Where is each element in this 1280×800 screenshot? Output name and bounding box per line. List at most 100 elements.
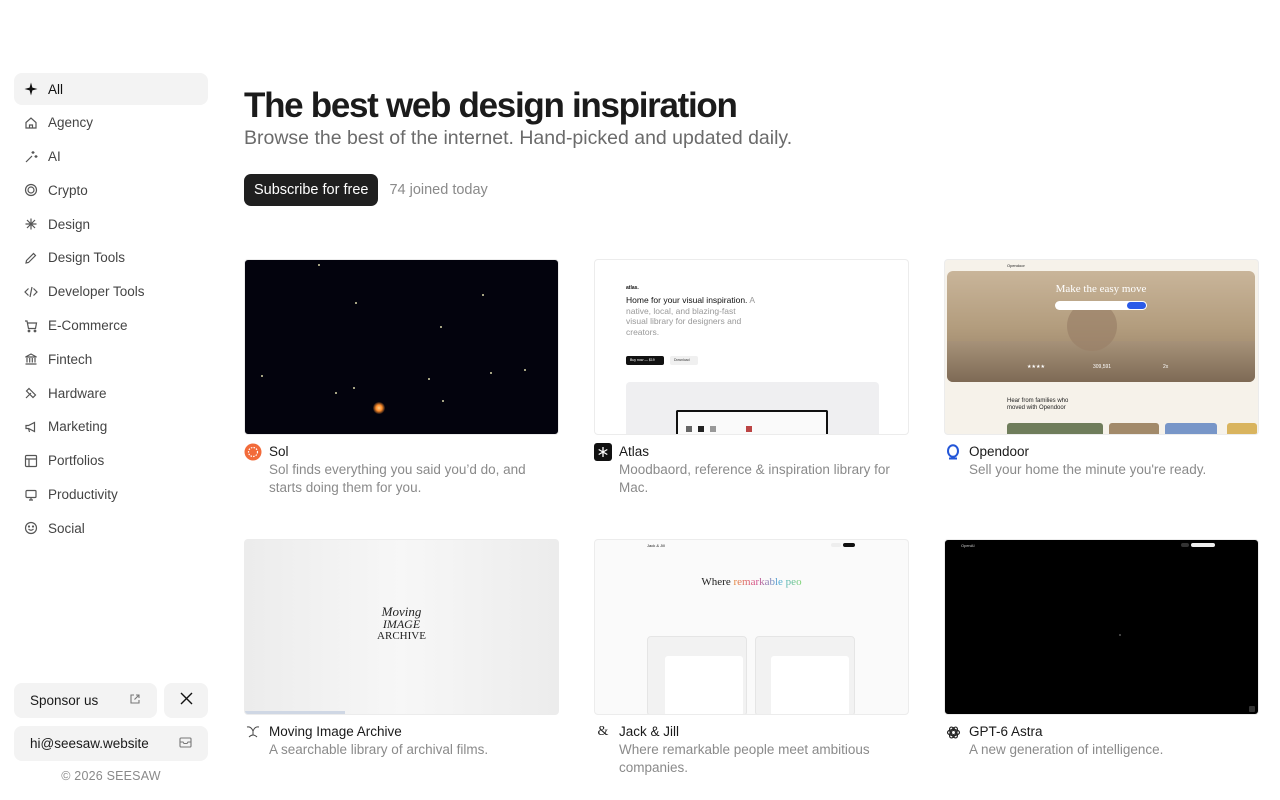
page-subtitle: Browse the best of the internet. Hand-pi… xyxy=(244,127,793,149)
sidebar-item-design-tools[interactable]: Design Tools xyxy=(14,242,208,274)
layout-icon xyxy=(24,454,38,468)
site-name: Jack & Jill xyxy=(619,724,680,739)
joined-count: 74 joined today xyxy=(389,182,488,198)
email-label: hi@seesaw.website xyxy=(30,736,149,751)
site-name: Opendoor xyxy=(969,444,1030,459)
sidebar-item-label: Design xyxy=(48,216,91,232)
sidebar-item-e-commerce[interactable]: E-Commerce xyxy=(14,310,208,342)
smile-icon xyxy=(24,521,38,535)
sidebar-item-label: AI xyxy=(48,149,61,165)
jack-headline-highlight: remarkable peo xyxy=(733,576,802,588)
sidebar-item-label: All xyxy=(48,81,64,97)
sidebar-item-label: Developer Tools xyxy=(48,284,145,300)
home-icon xyxy=(24,116,38,130)
opendoor-families-text: Hear from families who moved with Opendo… xyxy=(1007,398,1069,411)
wand-icon xyxy=(24,150,38,164)
site-name: Sol xyxy=(269,444,289,459)
site-thumbnail[interactable]: Moving Image Archive xyxy=(244,539,559,715)
sidebar-item-label: Fintech xyxy=(48,351,93,367)
opendoor-headline: Make the easy move xyxy=(1055,283,1147,295)
sidebar-item-label: Agency xyxy=(48,115,94,131)
opendoor-stat-count: 309,591 xyxy=(1093,364,1112,370)
sidebar-item-social[interactable]: Social xyxy=(14,512,208,544)
sidebar-item-label: Marketing xyxy=(48,419,108,435)
hero-section: The best web design inspiration Browse t… xyxy=(244,86,1260,206)
mia-line-2: Image xyxy=(382,617,421,631)
jack-brand: Jack & Jill xyxy=(647,543,665,548)
asterisk-icon xyxy=(24,217,38,231)
sidebar-item-label: Social xyxy=(48,520,85,536)
jack-headline-start: Where xyxy=(701,576,734,588)
site-card-jack-and-jill[interactable]: Jack & Jill Where remarkable peo & Jack … xyxy=(594,539,909,777)
site-card-sol[interactable]: Sol Sol finds everything you said you’d … xyxy=(244,259,559,497)
page-title: The best web design inspiration xyxy=(244,86,738,125)
cart-icon xyxy=(24,319,38,333)
site-description: Sell your home the minute you're ready. xyxy=(969,462,1207,477)
mail-icon xyxy=(179,736,192,751)
sidebar-item-label: E-Commerce xyxy=(48,318,128,334)
site-thumbnail[interactable]: Jack & Jill Where remarkable peo xyxy=(594,539,909,715)
sidebar-item-fintech[interactable]: Fintech xyxy=(14,343,208,375)
bank-icon xyxy=(24,352,38,366)
site-description: Where remarkable people meet ambitious c… xyxy=(619,742,870,775)
mia-line-3: Archive xyxy=(377,630,426,642)
sidebar-item-label: Design Tools xyxy=(48,250,126,266)
sidebar-item-marketing[interactable]: Marketing xyxy=(14,411,208,443)
megaphone-icon xyxy=(24,420,38,434)
email-button[interactable]: hi@seesaw.website xyxy=(14,726,208,761)
sidebar-item-label: Productivity xyxy=(48,487,118,503)
atlas-logo-icon xyxy=(594,443,612,461)
site-thumbnail[interactable]: OpenAI xyxy=(944,539,1259,715)
sponsor-button[interactable]: Sponsor us xyxy=(14,683,157,718)
site-description: Moodbaord, reference & inspiration libra… xyxy=(619,462,890,495)
sidebar-item-label: Portfolios xyxy=(48,453,105,469)
sidebar-footer: Sponsor us hi@seesaw.website © 2026 SEES… xyxy=(14,683,208,783)
sidebar-item-developer-tools[interactable]: Developer Tools xyxy=(14,276,208,308)
sidebar-item-productivity[interactable]: Productivity xyxy=(14,479,208,511)
site-name: GPT-6 Astra xyxy=(969,724,1043,739)
subscribe-button[interactable]: Subscribe for free xyxy=(244,174,379,206)
sidebar-item-portfolios[interactable]: Portfolios xyxy=(14,445,208,477)
tools-icon xyxy=(24,386,38,400)
atlas-brand: atlas. xyxy=(626,285,639,291)
site-card-atlas[interactable]: atlas. Home for your visual inspiration.… xyxy=(594,259,909,497)
site-thumbnail[interactable]: atlas. Home for your visual inspiration.… xyxy=(594,259,909,435)
sidebar-item-all[interactable]: All xyxy=(14,73,208,105)
site-name: Moving Image Archive xyxy=(269,724,402,739)
site-description: A searchable library of archival films. xyxy=(269,742,489,757)
pencil-icon xyxy=(24,251,38,265)
sidebar-item-design[interactable]: Design xyxy=(14,208,208,240)
sparkle-icon xyxy=(24,82,38,96)
monitor-icon xyxy=(24,488,38,502)
coin-icon xyxy=(24,183,38,197)
site-card-opendoor[interactable]: Opendoor Make the easy move ★★★★ 309,591… xyxy=(944,259,1259,479)
site-thumbnail[interactable]: Opendoor Make the easy move ★★★★ 309,591… xyxy=(944,259,1259,435)
site-thumbnail[interactable] xyxy=(244,259,559,435)
sidebar-item-label: Hardware xyxy=(48,385,107,401)
sidebar-item-hardware[interactable]: Hardware xyxy=(14,377,208,409)
site-description: A new generation of intelligence. xyxy=(969,742,1164,757)
opendoor-stat-multiplier: 2x xyxy=(1163,364,1169,370)
sidebar-item-crypto[interactable]: Crypto xyxy=(14,174,208,206)
opendoor-stat-rating: ★★★★ xyxy=(1027,364,1045,370)
sidebar-item-ai[interactable]: AI xyxy=(14,141,208,173)
site-name: Atlas xyxy=(619,444,650,459)
code-icon xyxy=(24,285,38,299)
copyright-text: © 2026 SEESAW xyxy=(61,769,161,783)
site-card-moving-image-archive[interactable]: Moving Image Archive Moving Image Archiv… xyxy=(244,539,559,759)
site-card-gpt-6-astra[interactable]: OpenAI GPT-6 Astra A new generation of i… xyxy=(944,539,1259,759)
external-link-icon xyxy=(129,693,141,708)
ampersand-icon: & xyxy=(597,724,609,739)
sidebar-nav: All Agency AI Crypto Design Design Tools xyxy=(14,73,208,546)
atlas-headline: Home for your visual inspiration. xyxy=(626,295,748,305)
atlas-download-button: Download xyxy=(670,356,698,365)
site-description: Sol finds everything you said you’d do, … xyxy=(269,462,526,495)
sponsor-label: Sponsor us xyxy=(30,693,99,708)
gpt-brand: OpenAI xyxy=(961,543,975,548)
opendoor-brand: Opendoor xyxy=(1007,263,1025,268)
sidebar-item-label: Crypto xyxy=(48,182,88,198)
atlas-buy-button: Buy now — $19 xyxy=(626,356,664,365)
sidebar-item-agency[interactable]: Agency xyxy=(14,107,208,139)
openai-logo-icon xyxy=(944,723,962,741)
x-social-button[interactable] xyxy=(164,683,208,718)
